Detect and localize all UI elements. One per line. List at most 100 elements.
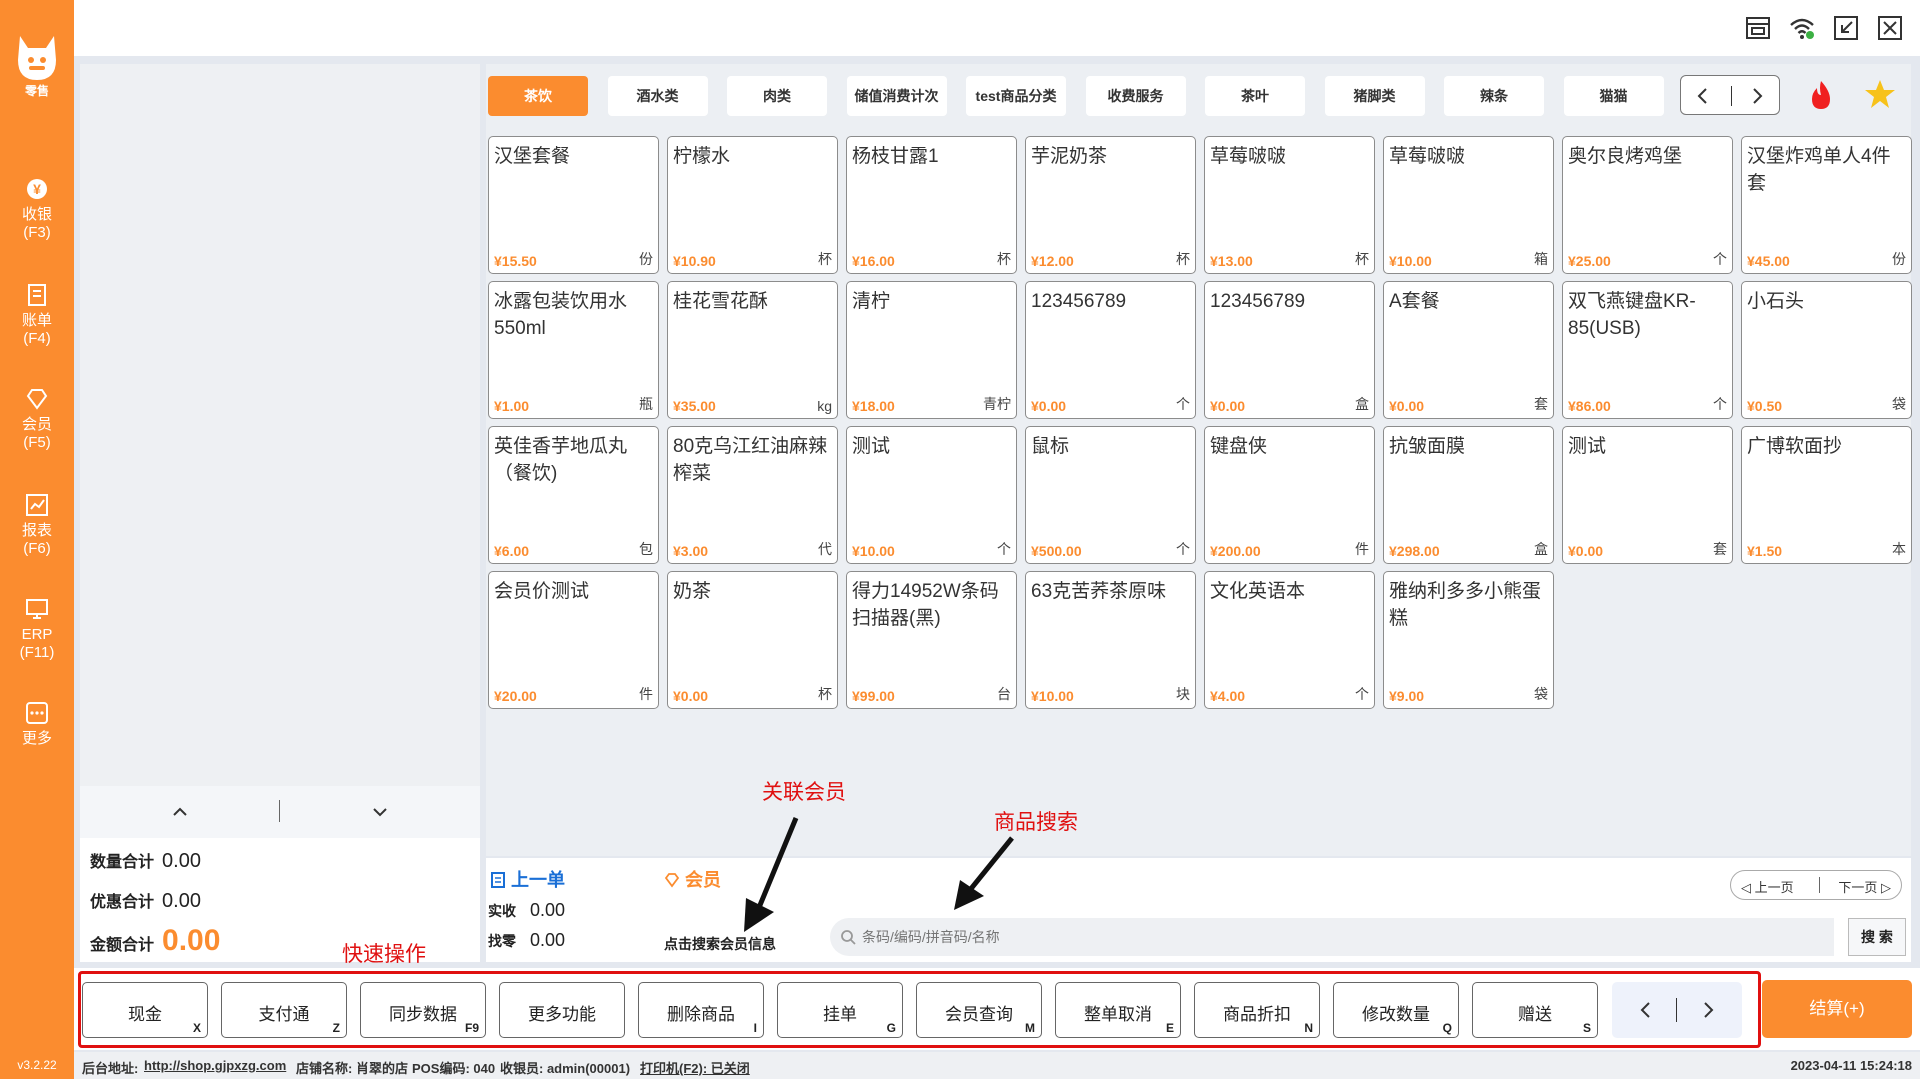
sidebar-item-1[interactable]: 账单 (F4) — [0, 282, 74, 348]
wifi-icon[interactable] — [1788, 14, 1816, 42]
category-next-icon[interactable] — [1745, 84, 1769, 108]
product-card[interactable]: 柠檬水 ¥10.90 杯 — [667, 136, 838, 274]
product-card[interactable]: 广博软面抄 ¥1.50 本 — [1741, 426, 1912, 564]
product-card[interactable]: 桂花雪花酥 ¥35.00 kg — [667, 281, 838, 419]
product-grid: 汉堡套餐 ¥15.50 份 柠檬水 ¥10.90 杯 杨枝甘露1 ¥16.00 杯 芋泥奶茶 ¥12… — [486, 126, 1912, 856]
category-tab[interactable]: test商品分类 — [966, 76, 1066, 116]
product-price: ¥9.00 — [1389, 688, 1425, 704]
search-input[interactable] — [862, 925, 1802, 949]
quick-next-icon[interactable] — [1696, 998, 1720, 1022]
product-card[interactable]: 小石头 ¥0.50 袋 — [1741, 281, 1912, 419]
product-price: ¥12.00 — [1031, 253, 1074, 269]
category-tab[interactable]: 茶叶 — [1205, 76, 1305, 116]
logo-text: 零售 — [24, 84, 49, 98]
category-tab[interactable]: 收费服务 — [1085, 76, 1186, 116]
product-card[interactable]: 汉堡炸鸡单人4件套 ¥45.00 份 — [1741, 136, 1912, 274]
quick-action-button[interactable]: 会员查询 M — [916, 982, 1042, 1038]
product-card[interactable]: 奥尔良烤鸡堡 ¥25.00 个 — [1562, 136, 1733, 274]
product-card[interactable]: 冰露包装饮用水550ml ¥1.00 瓶 — [488, 281, 659, 419]
scroll-down-icon[interactable] — [366, 800, 394, 824]
product-card[interactable]: 抗皱面膜 ¥298.00 盒 — [1383, 426, 1554, 564]
category-tab[interactable]: 储值消费计次 — [846, 76, 947, 116]
quick-prev-icon[interactable] — [1634, 998, 1658, 1022]
category-tab[interactable]: 猪脚类 — [1324, 76, 1425, 116]
category-prev-icon[interactable] — [1691, 84, 1715, 108]
product-card[interactable]: 草莓啵啵 ¥10.00 箱 — [1383, 136, 1554, 274]
next-page-button[interactable]: 下一页 ▷ — [1838, 877, 1891, 896]
member-search-hint[interactable]: 点击搜索会员信息 — [664, 934, 776, 954]
quick-action-button[interactable]: 商品折扣 N — [1194, 982, 1320, 1038]
category-tab[interactable]: 辣条 — [1444, 76, 1544, 116]
category-tab[interactable]: 酒水类 — [607, 76, 708, 116]
sidebar-item-4[interactable]: ERP (F11) — [0, 596, 74, 662]
member-button[interactable]: 会员 — [664, 866, 721, 892]
sidebar-item-2[interactable]: 会员 (F5) — [0, 386, 74, 452]
quick-action-button[interactable]: 挂单 G — [777, 982, 903, 1038]
product-card[interactable]: 草莓啵啵 ¥13.00 杯 — [1204, 136, 1375, 274]
minimize-icon[interactable] — [1832, 14, 1860, 42]
last-order-button[interactable]: 上一单 — [490, 866, 565, 892]
close-icon[interactable] — [1876, 14, 1904, 42]
quick-action-label: 更多功能 — [528, 1005, 596, 1024]
product-card[interactable]: 英佳香芋地瓜丸（餐饮) ¥6.00 包 — [488, 426, 659, 564]
product-card[interactable]: 文化英语本 ¥4.00 个 — [1204, 571, 1375, 709]
quick-action-button[interactable]: 删除商品 I — [638, 982, 764, 1038]
quick-action-button[interactable]: 赠送 S — [1472, 982, 1598, 1038]
sidebar-item-3[interactable]: 报表 (F6) — [0, 492, 74, 558]
product-card[interactable]: 鼠标 ¥500.00 个 — [1025, 426, 1196, 564]
order-scroll-bar — [80, 786, 480, 838]
product-card[interactable]: 奶茶 ¥0.00 杯 — [667, 571, 838, 709]
sidebar-item-5[interactable]: 更多 — [0, 700, 74, 748]
product-card[interactable]: 雅纳利多多小熊蛋糕 ¥9.00 袋 — [1383, 571, 1554, 709]
product-card[interactable]: 123456789 ¥0.00 盒 — [1204, 281, 1375, 419]
quick-action-button[interactable]: 更多功能 — [499, 982, 625, 1038]
product-name: 测试 — [1568, 436, 1607, 457]
product-card[interactable]: 80克乌江红油麻辣榨菜 ¥3.00 代 — [667, 426, 838, 564]
product-name: 桂花雪花酥 — [673, 291, 769, 312]
backend-url-link[interactable]: http://shop.gjpxzg.com — [144, 1058, 286, 1073]
quick-action-button[interactable]: 整单取消 E — [1055, 982, 1181, 1038]
category-tab[interactable]: 茶饮 — [488, 76, 588, 116]
product-card[interactable]: 会员价测试 ¥20.00 件 — [488, 571, 659, 709]
product-card[interactable]: 63克苦荞茶原味 ¥10.00 块 — [1025, 571, 1196, 709]
product-card[interactable]: A套餐 ¥0.00 套 — [1383, 281, 1554, 419]
product-card[interactable]: 得力14952W条码扫描器(黑) ¥99.00 台 — [846, 571, 1017, 709]
product-price: ¥6.00 — [494, 543, 530, 559]
product-name: 文化英语本 — [1210, 581, 1306, 602]
category-tab[interactable]: 肉类 — [727, 76, 827, 116]
quick-action-button[interactable]: 支付通 Z — [221, 982, 347, 1038]
product-card[interactable]: 汉堡套餐 ¥15.50 份 — [488, 136, 659, 274]
category-tab[interactable]: 猫猫 — [1563, 76, 1664, 116]
product-price: ¥15.50 — [494, 253, 537, 269]
product-name: 汉堡套餐 — [494, 146, 571, 167]
product-price: ¥0.00 — [1031, 398, 1067, 414]
quick-action-button[interactable]: 现金 X — [82, 982, 208, 1038]
product-card[interactable]: 芋泥奶茶 ¥12.00 杯 — [1025, 136, 1196, 274]
top-bar — [74, 0, 1920, 56]
product-card[interactable]: 双飞燕键盘KR-85(USB) ¥86.00 个 — [1562, 281, 1733, 419]
product-card[interactable]: 清柠 ¥18.00 青柠 — [846, 281, 1017, 419]
product-unit: 袋 — [1534, 686, 1548, 702]
sidebar-item-0[interactable]: ¥ 收银 (F3) — [0, 176, 74, 242]
product-unit: 杯 — [818, 251, 832, 267]
discount-total-label: 优惠合计 — [90, 894, 155, 911]
checkout-button[interactable]: 结算(+) — [1762, 980, 1912, 1038]
hot-icon[interactable] — [1806, 79, 1836, 111]
prev-page-button[interactable]: ◁ 上一页 — [1741, 877, 1794, 896]
store-icon[interactable] — [1744, 14, 1772, 42]
quick-action-button[interactable]: 同步数据 F9 — [360, 982, 486, 1038]
product-card[interactable]: 键盘侠 ¥200.00 件 — [1204, 426, 1375, 564]
printer-status-link[interactable]: 打印机(F2): 已关闭 — [640, 1058, 750, 1077]
scroll-up-icon[interactable] — [166, 800, 194, 824]
product-price: ¥0.00 — [1568, 543, 1604, 559]
product-card[interactable]: 测试 ¥0.00 套 — [1562, 426, 1733, 564]
quick-action-label: 商品折扣 — [1223, 1005, 1291, 1024]
search-button[interactable]: 搜 索 — [1848, 918, 1906, 956]
favorite-star-icon[interactable] — [1864, 78, 1896, 110]
quick-action-button[interactable]: 修改数量 Q — [1333, 982, 1459, 1038]
bill-icon — [24, 282, 50, 308]
product-card[interactable]: 测试 ¥10.00 个 — [846, 426, 1017, 564]
product-unit: 套 — [1534, 396, 1548, 412]
product-card[interactable]: 123456789 ¥0.00 个 — [1025, 281, 1196, 419]
product-card[interactable]: 杨枝甘露1 ¥16.00 杯 — [846, 136, 1017, 274]
